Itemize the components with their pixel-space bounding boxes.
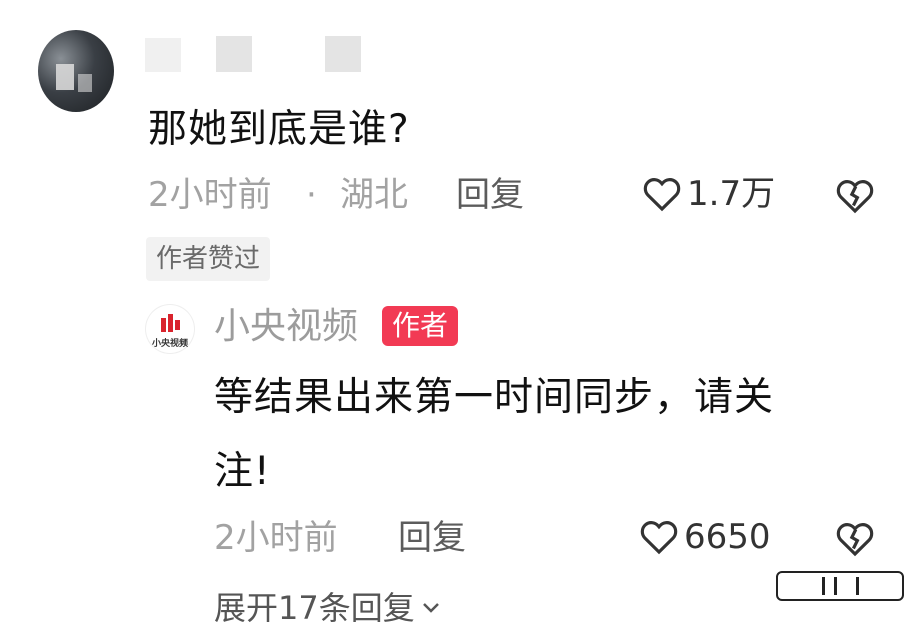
reply-reply-button[interactable]: 回复 [398, 521, 466, 555]
reply-like-count: 6650 [684, 517, 771, 557]
heart-icon [643, 176, 681, 212]
username-pixelated-2[interactable] [216, 36, 252, 72]
top-comment-location: 湖北 [340, 175, 408, 215]
top-comment-text: 那她到底是谁? [148, 107, 410, 152]
author-tag: 作者 [382, 306, 459, 346]
author-liked-badge: 作者赞过 [146, 237, 271, 281]
expand-replies-label: 展开17条回复 [214, 589, 415, 627]
meta-separator: · [306, 175, 317, 215]
broken-heart-icon [836, 178, 874, 214]
heart-icon [640, 519, 678, 555]
reply-text-line-1: 等结果出来第一时间同步，请关 [214, 375, 775, 420]
reply-text-line-2: 注! [214, 449, 271, 494]
reply-time: 2小时前 [214, 518, 338, 558]
expand-replies-button[interactable]: 展开17条回复 [214, 592, 441, 624]
top-comment-like-count: 1.7万 [687, 174, 776, 214]
broken-heart-icon [836, 521, 874, 557]
top-comment-reply-button[interactable]: 回复 [456, 178, 524, 212]
top-comment-like-button[interactable]: 1.7万 [643, 176, 775, 212]
reply-like-button[interactable]: 6650 [640, 519, 771, 555]
username-pixelated-1[interactable] [145, 38, 181, 72]
chevron-down-icon [421, 601, 441, 615]
scroll-indicator[interactable] [776, 571, 904, 601]
logo-mark [158, 312, 182, 334]
commenter-avatar[interactable] [38, 30, 114, 112]
top-comment-time: 2小时前 [148, 175, 272, 215]
reply-dislike-button[interactable] [836, 521, 874, 557]
author-name[interactable]: 小央视频 [214, 309, 358, 345]
author-avatar[interactable]: 小央视频 [146, 305, 194, 353]
username-pixelated-3[interactable] [325, 36, 361, 72]
logo-text: 小央视频 [151, 339, 188, 349]
top-comment-dislike-button[interactable] [836, 178, 874, 214]
